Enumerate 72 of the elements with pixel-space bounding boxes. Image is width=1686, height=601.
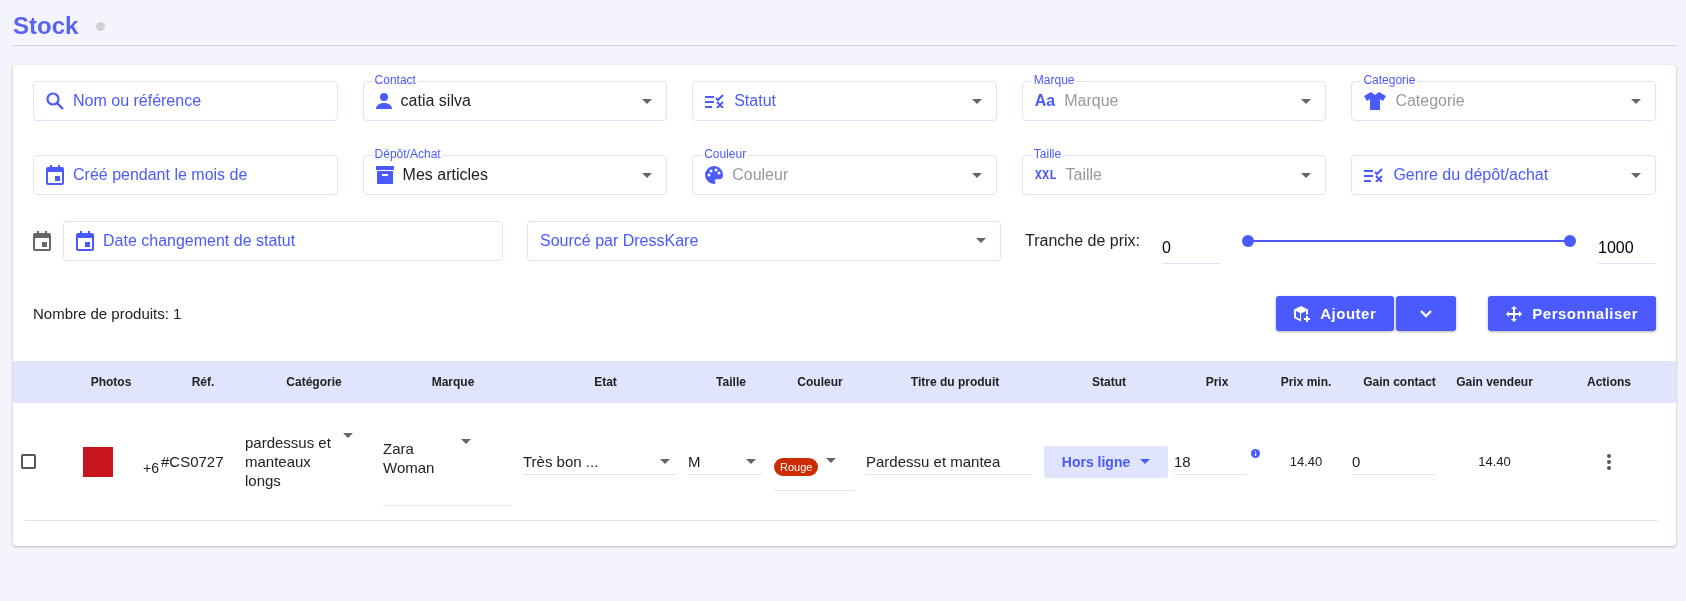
archive-box-icon xyxy=(375,166,394,184)
column-header: Taille xyxy=(715,375,747,389)
category-dropdown[interactable]: pardessus et manteaux longs xyxy=(245,433,383,490)
color-dropdown[interactable]: Rouge xyxy=(774,458,854,491)
calendar-icon xyxy=(33,230,51,251)
title-input[interactable]: Pardessu et mantea xyxy=(866,448,1032,475)
filter-list-icon xyxy=(1364,168,1385,182)
caret-icon xyxy=(1301,172,1312,178)
price-range-label: Tranche de prix: xyxy=(1025,231,1140,250)
column-header: Prix min. xyxy=(1279,375,1333,389)
customize-button[interactable]: Personnaliser xyxy=(1488,296,1656,331)
dropdown-button[interactable] xyxy=(1396,296,1457,331)
min-price-cell-text: 14.40 xyxy=(1288,454,1324,469)
date-field[interactable]: Date changement de statut xyxy=(63,220,503,261)
seller-gain-cell-text: 14.40 xyxy=(1477,454,1512,469)
dropdown-field[interactable]: Sourcé par DressKare xyxy=(527,220,1001,261)
caret-icon xyxy=(971,172,982,178)
move-arrows-icon xyxy=(1506,305,1523,322)
caret-icon xyxy=(1140,459,1151,464)
page-title: Stock xyxy=(13,12,79,40)
column-header: Actions xyxy=(1586,375,1632,389)
product-count: Nombre de produits: 1 xyxy=(33,305,183,322)
caret-icon xyxy=(826,458,837,463)
column-header: Catégorie xyxy=(285,375,343,389)
caret-icon xyxy=(746,458,756,464)
row-checkbox[interactable] xyxy=(21,454,36,469)
color-tag: Rouge xyxy=(774,458,819,476)
size-dropdown[interactable]: M xyxy=(688,448,762,475)
caret-icon xyxy=(642,98,653,104)
column-header: Marque xyxy=(430,375,476,389)
photo-placeholder xyxy=(83,446,113,477)
more-options-icon[interactable] xyxy=(1607,453,1611,470)
column-header: Titre du produit xyxy=(909,375,1001,389)
caret-icon xyxy=(642,172,653,178)
calendar-icon xyxy=(76,230,94,251)
column-header: Photos xyxy=(89,375,133,389)
status-dropdown[interactable]: Hors ligne xyxy=(1044,445,1168,478)
column-header: Gain vendeur xyxy=(1455,375,1534,389)
shirt-icon xyxy=(1364,92,1387,110)
palette-icon xyxy=(705,166,724,184)
column-header: Etat xyxy=(593,375,618,389)
filter-list-icon xyxy=(705,94,726,108)
add-button[interactable]: Ajouter xyxy=(1276,296,1395,331)
price-slider[interactable] xyxy=(1242,234,1576,247)
caret-icon xyxy=(976,238,986,243)
column-header: Réf. xyxy=(190,375,216,389)
chevron-down-icon xyxy=(1420,309,1433,318)
caret-icon xyxy=(971,98,982,104)
caret-icon xyxy=(660,458,670,464)
caret-icon xyxy=(343,433,353,438)
caret-icon xyxy=(461,439,471,444)
column-header: Statut xyxy=(1091,375,1127,389)
caret-icon xyxy=(1631,98,1641,104)
contact-gain-input[interactable]: 0 xyxy=(1352,448,1435,475)
condition-dropdown[interactable]: Très bon ... xyxy=(523,448,676,475)
column-header: Prix xyxy=(1204,375,1230,389)
brand-dropdown[interactable]: Zara Woman xyxy=(383,435,511,506)
reference-cell-text: #CS0727 xyxy=(161,453,225,470)
caret-icon xyxy=(1301,98,1312,104)
info-icon xyxy=(1251,448,1260,458)
search-icon xyxy=(46,92,64,110)
status-dot xyxy=(96,21,106,31)
box-plus-icon xyxy=(1294,305,1311,322)
photo-count: +6 xyxy=(143,459,159,476)
person-icon xyxy=(375,93,392,109)
calendar-icon xyxy=(46,165,64,185)
text-style-icon: XXL xyxy=(1034,168,1057,182)
text-style-icon: Aa xyxy=(1034,92,1056,110)
column-header: Gain contact xyxy=(1362,375,1437,389)
caret-icon xyxy=(1631,172,1641,178)
price-input[interactable]: 18 xyxy=(1174,448,1247,475)
column-header: Couleur xyxy=(796,375,844,389)
